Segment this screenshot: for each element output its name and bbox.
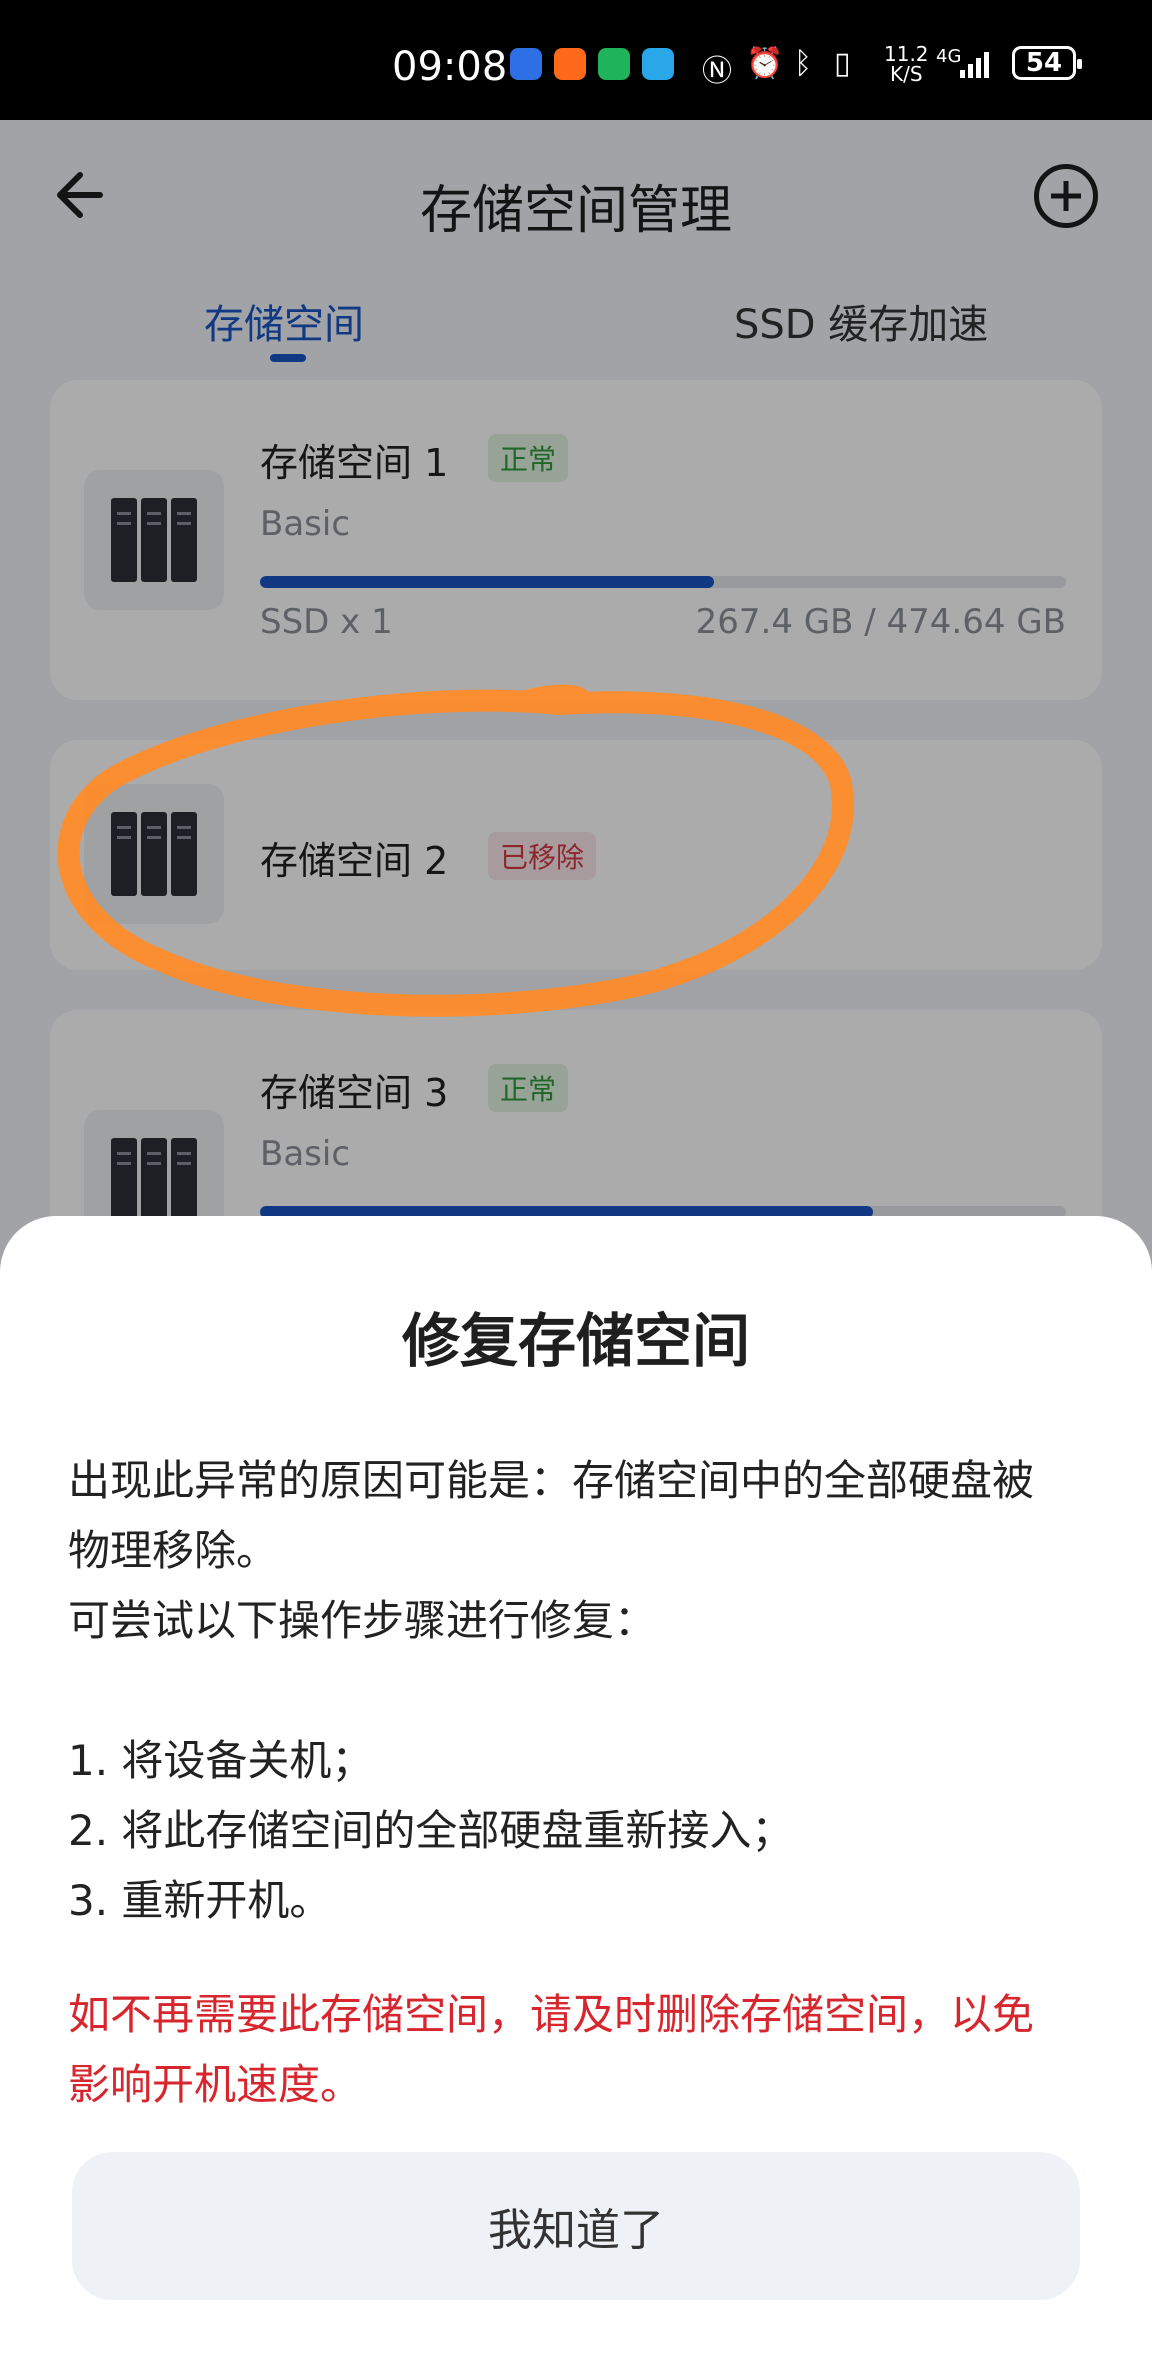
app-notification-icon <box>510 48 542 80</box>
signal-icon <box>960 52 989 78</box>
alarm-icon: ⏰ <box>746 46 784 81</box>
warning-text: 如不再需要此存储空间，请及时删除存储空间，以免影响开机速度。 <box>68 1990 1035 2109</box>
network-speed-unit: K/S <box>889 62 923 86</box>
step-2: 2. 将此存储空间的全部硬盘重新接入； <box>68 1806 794 1855</box>
dialog-body: 出现此异常的原因可能是：存储空间中的全部硬盘被物理移除。 可尝试以下操作步骤进行… <box>68 1446 1068 1936</box>
notification-icons <box>510 48 674 80</box>
mi-home-notification-icon <box>598 48 630 80</box>
got-it-button[interactable]: 我知道了 <box>72 2152 1080 2300</box>
cause-text: 出现此异常的原因可能是：存储空间中的全部硬盘被物理移除。 <box>68 1456 1035 1575</box>
taobao-notification-icon <box>554 48 586 80</box>
clock: 09:08 <box>392 44 508 90</box>
nfc-icon: Ⓝ <box>702 54 732 89</box>
step-3: 3. 重新开机。 <box>68 1876 332 1925</box>
instructions-intro: 可尝试以下操作步骤进行修复： <box>68 1596 657 1645</box>
bluetooth-icon: ᛒ <box>794 46 812 81</box>
battery-level: 54 <box>1025 48 1063 78</box>
dialog-title: 修复存储空间 <box>401 1307 750 1375</box>
step-1: 1. 将设备关机； <box>68 1736 374 1785</box>
repair-dialog: 修复存储空间 出现此异常的原因可能是：存储空间中的全部硬盘被物理移除。 可尝试以… <box>0 1216 1152 2376</box>
status-bar: 09:08 Ⓝ ⏰ ᛒ ▯ 11.2 K/S 4G 54 <box>0 0 1152 120</box>
message-notification-icon <box>642 48 674 80</box>
network-type: 4G <box>936 46 962 67</box>
network-speed: 11.2 K/S <box>884 44 929 84</box>
battery-icon: 54 <box>1012 46 1082 80</box>
network-speed-value: 11.2 <box>884 42 929 66</box>
vibrate-icon: ▯ <box>834 46 851 81</box>
